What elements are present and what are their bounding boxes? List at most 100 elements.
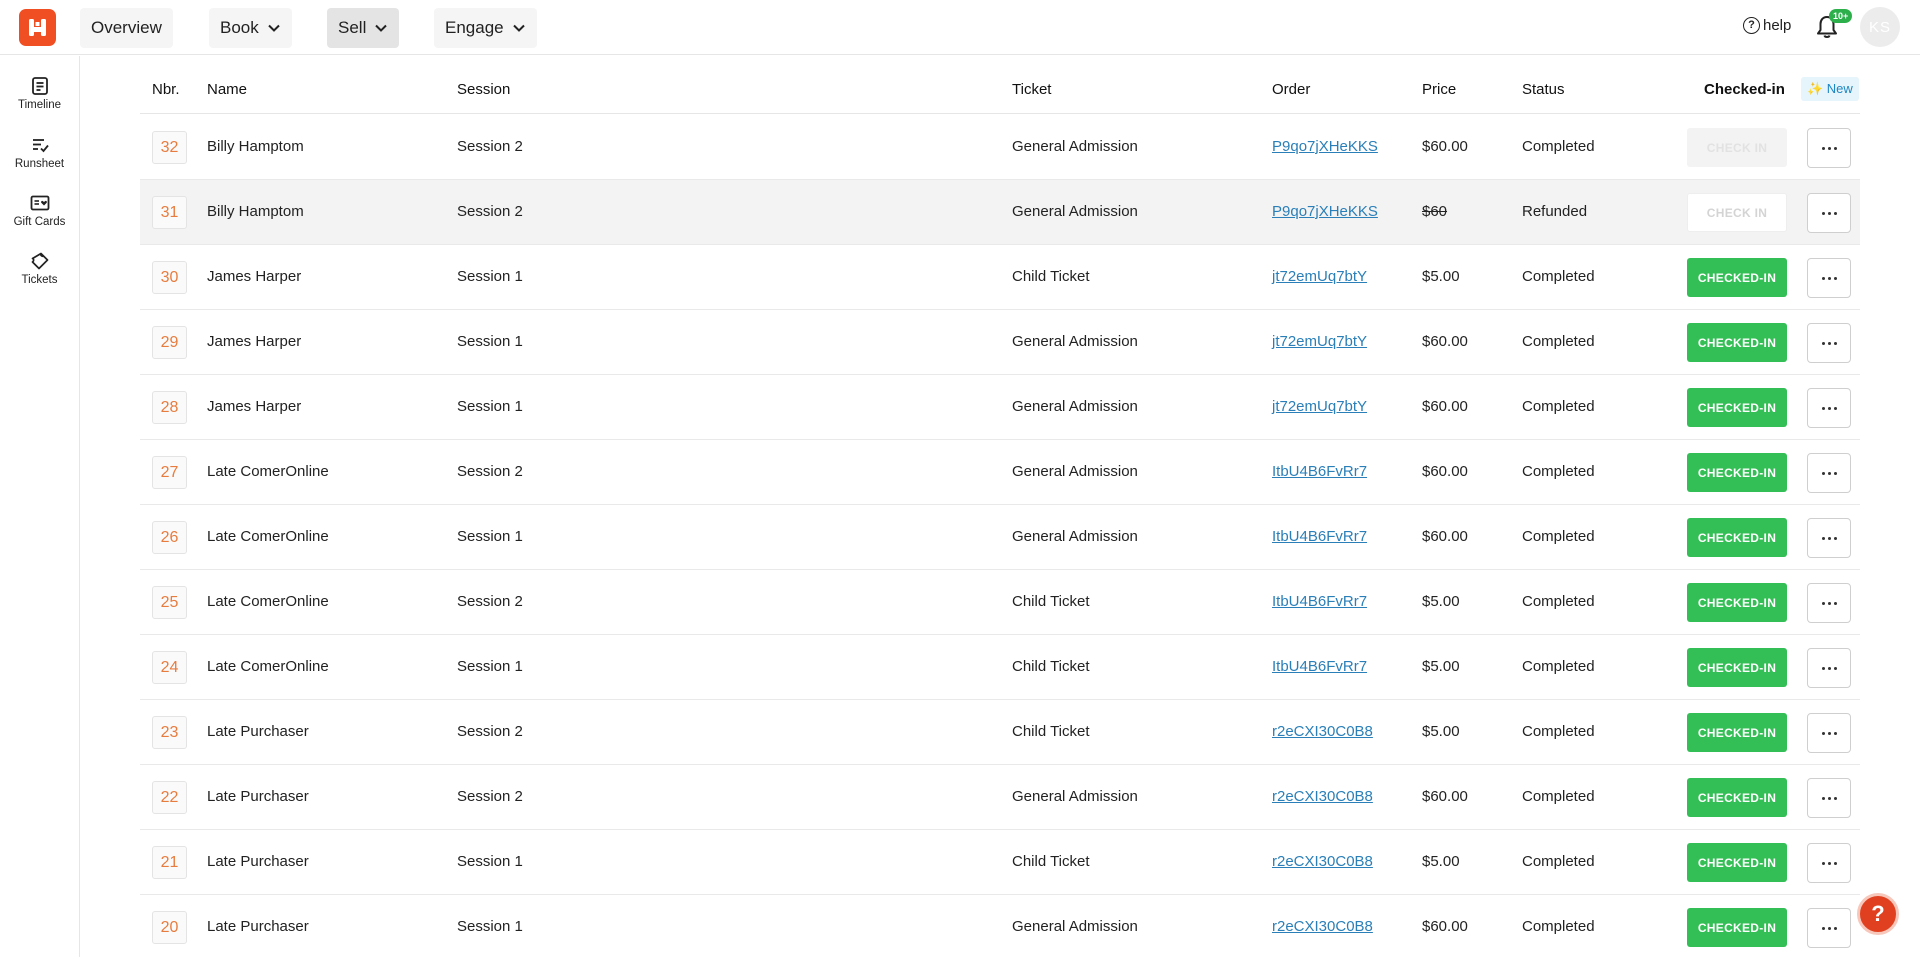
check-in-button[interactable]: CHECKED-IN (1687, 453, 1787, 492)
column-header-nbr[interactable]: Nbr. (152, 81, 180, 98)
order-link[interactable]: r2eCXI30C0B8 (1272, 723, 1373, 740)
table-row[interactable]: 22 Late Purchaser Session 2 General Admissi… (140, 765, 1860, 830)
table-row[interactable]: 25 Late ComerOnline Session 2 Child Ticket I… (140, 570, 1860, 635)
order-link[interactable]: ItbU4B6FvRr7 (1272, 593, 1367, 610)
column-header-price[interactable]: Price (1422, 81, 1456, 98)
check-in-button[interactable]: CHECKED-IN (1687, 518, 1787, 557)
more-actions-button[interactable] (1807, 258, 1851, 298)
table-row[interactable]: 31 Billy Hamptom Session 2 General Admissio… (140, 180, 1860, 245)
session-name: Session 2 (457, 203, 523, 220)
column-header-checked-in[interactable]: Checked-in (1704, 81, 1785, 98)
column-header-session[interactable]: Session (457, 81, 510, 98)
table-row[interactable]: 28 James Harper Session 1 General Admission… (140, 375, 1860, 440)
order-link[interactable]: P9qo7jXHeKKS (1272, 138, 1378, 155)
dot (1821, 861, 1825, 865)
row-number: 20 (152, 911, 187, 944)
order-link[interactable]: r2eCXI30C0B8 (1272, 853, 1373, 870)
user-avatar[interactable]: KS (1860, 7, 1900, 47)
dot (1821, 536, 1825, 540)
ticket-type: Child Ticket (1012, 268, 1090, 285)
table-row[interactable]: 32 Billy Hamptom Session 2 General Admissio… (140, 115, 1860, 180)
check-in-button[interactable]: CHECKED-IN (1687, 713, 1787, 752)
check-in-button[interactable]: CHECKED-IN (1687, 323, 1787, 362)
order-link[interactable]: jt72emUq7btY (1272, 398, 1367, 415)
ticket-icon (31, 252, 48, 270)
column-header-name[interactable]: Name (207, 81, 247, 98)
more-actions-button[interactable] (1807, 583, 1851, 623)
sidebar-item-runsheet[interactable]: Runsheet (0, 135, 79, 187)
order-link[interactable]: ItbU4B6FvRr7 (1272, 658, 1367, 675)
order-link[interactable]: r2eCXI30C0B8 (1272, 788, 1373, 805)
more-actions-button[interactable] (1807, 193, 1851, 233)
table-row[interactable]: 23 Late Purchaser Session 2 Child Ticket r2e… (140, 700, 1860, 765)
column-header-ticket[interactable]: Ticket (1012, 81, 1051, 98)
check-in-button[interactable]: CHECK IN (1687, 128, 1787, 167)
check-in-button[interactable]: CHECKED-IN (1687, 583, 1787, 622)
table-row[interactable]: 30 James Harper Session 1 Child Ticket jt72e… (140, 245, 1860, 310)
dot (1821, 341, 1825, 345)
session-name: Session 2 (457, 138, 523, 155)
sidebar-item-tickets[interactable]: Tickets (0, 251, 79, 303)
price-value: $60.00 (1422, 138, 1468, 155)
check-in-button[interactable]: CHECKED-IN (1687, 843, 1787, 882)
dot (1833, 926, 1837, 930)
order-link[interactable]: ItbU4B6FvRr7 (1272, 528, 1367, 545)
more-actions-button[interactable] (1807, 323, 1851, 363)
new-feature-badge[interactable]: ✨ New (1801, 77, 1859, 101)
attendee-name: James Harper (207, 268, 302, 285)
order-link[interactable]: ItbU4B6FvRr7 (1272, 463, 1367, 480)
order-link[interactable]: jt72emUq7btY (1272, 333, 1367, 350)
table-row[interactable]: 29 James Harper Session 1 General Admission… (140, 310, 1860, 375)
runsheet-icon (32, 139, 49, 153)
check-in-button[interactable]: CHECKED-IN (1687, 648, 1787, 687)
more-actions-button[interactable] (1807, 843, 1851, 883)
check-in-button[interactable]: CHECKED-IN (1687, 908, 1787, 947)
sidebar-item-timeline[interactable]: Timeline (0, 76, 79, 128)
order-status: Completed (1522, 528, 1595, 545)
app-logo[interactable] (19, 9, 56, 46)
table-row[interactable]: 21 Late Purchaser Session 1 Child Ticket r2e… (140, 830, 1860, 895)
dot (1827, 796, 1831, 800)
more-actions-button[interactable] (1807, 908, 1851, 948)
attendee-name: Late ComerOnline (207, 658, 329, 675)
help-link[interactable]: ? help (1743, 17, 1791, 34)
more-actions-button[interactable] (1807, 713, 1851, 753)
column-header-status[interactable]: Status (1522, 81, 1565, 98)
more-actions-button[interactable] (1807, 388, 1851, 428)
session-name: Session 2 (457, 723, 523, 740)
more-actions-button[interactable] (1807, 453, 1851, 493)
price-value: $60.00 (1422, 463, 1468, 480)
column-header-order[interactable]: Order (1272, 81, 1310, 98)
nav-overview[interactable]: Overview (80, 8, 173, 48)
table-row[interactable]: 27 Late ComerOnline Session 2 General Admis… (140, 440, 1860, 505)
help-fab-button[interactable]: ? (1857, 893, 1899, 935)
logo-icon (29, 19, 46, 36)
more-actions-button[interactable] (1807, 518, 1851, 558)
row-number: 31 (152, 196, 187, 229)
table-row[interactable]: 24 Late ComerOnline Session 1 Child Ticket I… (140, 635, 1860, 700)
sidebar-item-gift-cards[interactable]: Gift Cards (0, 193, 79, 245)
check-in-button[interactable]: CHECKED-IN (1687, 258, 1787, 297)
check-in-button[interactable]: CHECKED-IN (1687, 778, 1787, 817)
order-status: Completed (1522, 853, 1595, 870)
more-actions-button[interactable] (1807, 648, 1851, 688)
table-row[interactable]: 20 Late Purchaser Session 1 General Admissi… (140, 895, 1860, 957)
check-in-button[interactable]: CHECK IN (1687, 193, 1787, 232)
dot (1827, 666, 1831, 670)
dot (1833, 861, 1837, 865)
dot (1821, 601, 1825, 605)
order-link[interactable]: r2eCXI30C0B8 (1272, 918, 1373, 935)
check-in-button[interactable]: CHECKED-IN (1687, 388, 1787, 427)
more-actions-button[interactable] (1807, 128, 1851, 168)
nav-book[interactable]: Book (209, 8, 292, 48)
dot (1821, 471, 1825, 475)
sidebar-item-label: Timeline (17, 99, 62, 111)
more-actions-button[interactable] (1807, 778, 1851, 818)
nav-engage[interactable]: Engage (434, 8, 537, 48)
table-row[interactable]: 26 Late ComerOnline Session 1 General Admis… (140, 505, 1860, 570)
order-link[interactable]: jt72emUq7btY (1272, 268, 1367, 285)
gift-card-icon (30, 195, 49, 211)
ticket-type: General Admission (1012, 788, 1138, 805)
nav-sell[interactable]: Sell (327, 8, 400, 48)
order-link[interactable]: P9qo7jXHeKKS (1272, 203, 1378, 220)
